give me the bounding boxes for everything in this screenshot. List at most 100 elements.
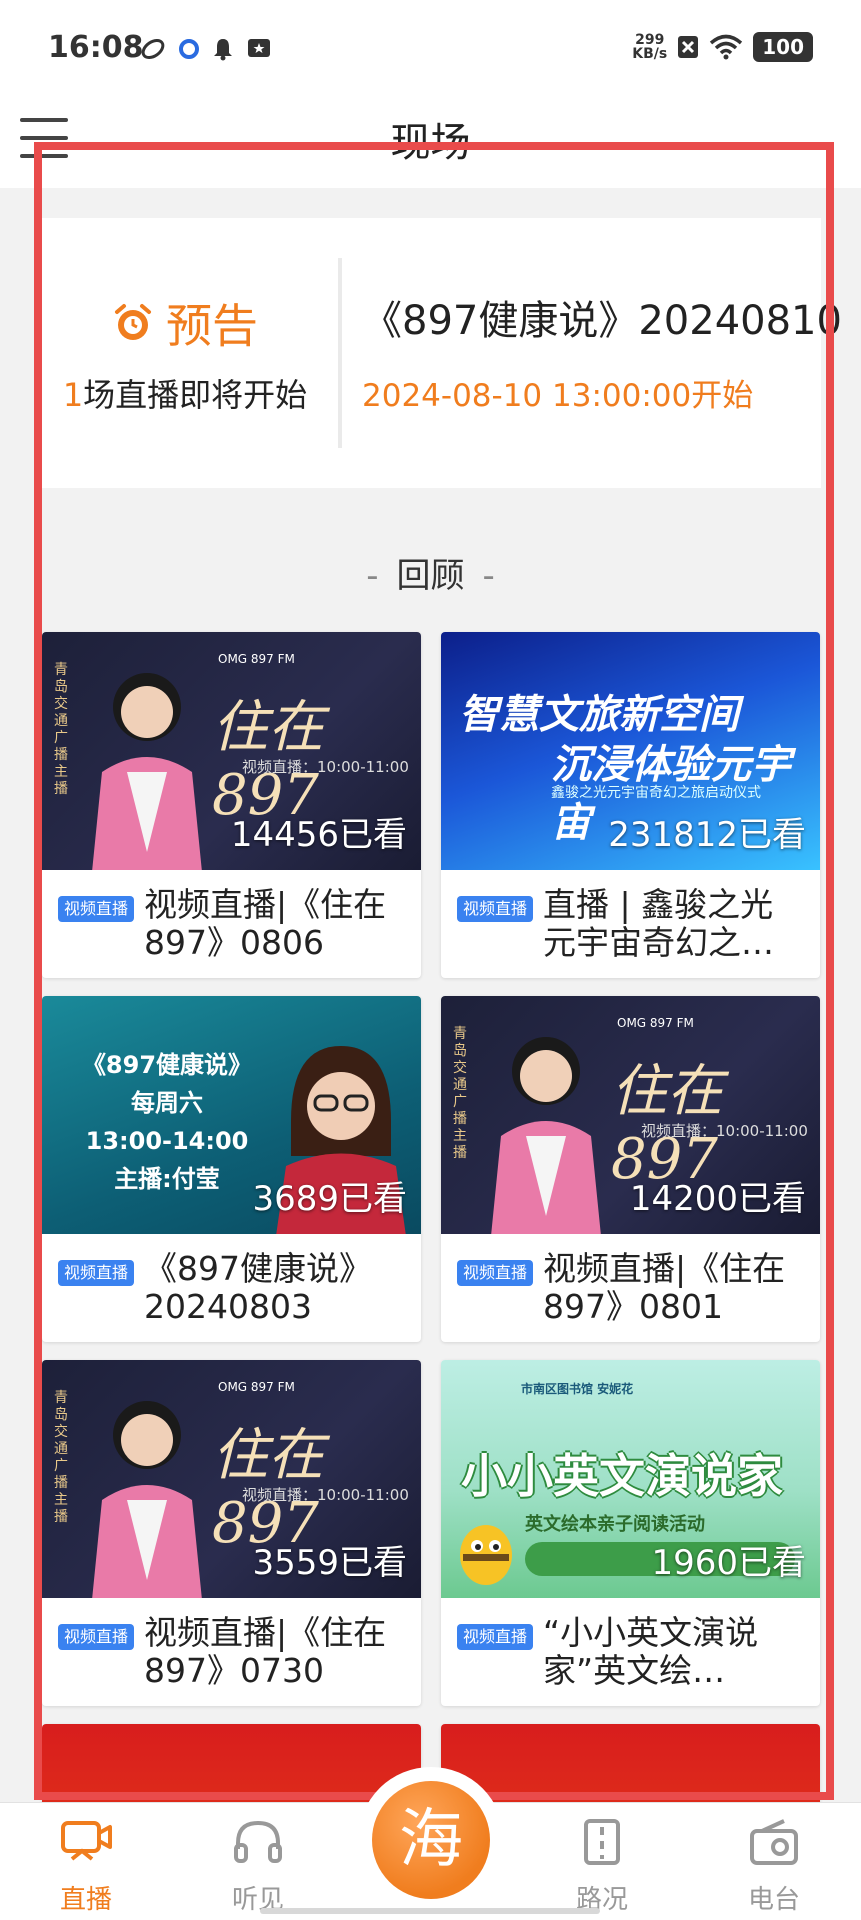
network-speed-unit: KB/s [632, 46, 668, 62]
card-title: 视频直播|《住在897》0801 [543, 1250, 786, 1326]
thumbnail-line-2: 每周六 [131, 1089, 203, 1117]
network-speed-value: 299 [635, 32, 665, 48]
thumbnail-vertical-text: 青岛交通广播主播 [54, 1390, 68, 1525]
thumbnail-logos: OMG 897 FM [617, 1016, 694, 1030]
video-card[interactable]: 市南区图书馆 安妮花 小小英文演说家 英文绘本亲子阅读活动 1960已看 视频直… [441, 1360, 820, 1706]
home-indicator[interactable] [260, 1908, 600, 1914]
card-body: 视频直播 视频直播|《住在897》0806 [42, 870, 421, 978]
video-live-tag: 视频直播 [58, 1260, 135, 1286]
view-count: 3559已看 [252, 1543, 407, 1583]
thumbnail-line-1: 《897健康说》 [81, 1051, 253, 1079]
video-thumbnail [441, 1724, 820, 1802]
section-title-text: 回顾 [396, 556, 465, 596]
video-thumbnail: 智慧文旅新空间 沉浸体验元宇宙 鑫骏之光元宇宙奇幻之旅启动仪式 231812已看 [441, 632, 820, 870]
network-speed: 299 KB/s [632, 33, 667, 61]
host-photo [92, 1401, 202, 1598]
view-count: 231812已看 [608, 815, 806, 855]
preview-count: 1场直播即将开始 [63, 370, 307, 416]
bee-mascot-icon [460, 1525, 512, 1585]
video-card[interactable]: 青岛交通广播主播 OMG 897 FM 住在897 视频直播：10:00-11:… [42, 632, 421, 978]
page-title: 现场 [390, 120, 471, 166]
view-count: 1960已看 [651, 1543, 806, 1583]
card-title: 视频直播|《住在897》0730 [144, 1614, 387, 1690]
video-live-tag: 视频直播 [58, 1624, 135, 1650]
view-count: 14200已看 [629, 1179, 806, 1219]
thumbnail-vertical-text: 青岛交通广播主播 [54, 662, 68, 797]
preview-title: 《897健康说》20240810 [362, 298, 842, 344]
app-notification-icon [141, 38, 165, 60]
video-card[interactable]: 青岛交通广播主播 OMG 897 FM 住在897 视频直播：10:00-11:… [441, 996, 820, 1342]
thumbnail-subtitle: 视频直播：10:00-11:00 [641, 1122, 808, 1140]
card-title: 《897健康说》20240803 [144, 1250, 373, 1326]
preview-label: 预告 [166, 299, 258, 353]
video-live-tag: 视频直播 [457, 1260, 534, 1286]
host-photo [491, 1037, 601, 1234]
star-message-icon [248, 39, 270, 57]
view-count: 14456已看 [230, 815, 407, 855]
video-card[interactable]: 青岛交通广播主播 OMG 897 FM 住在897 视频直播：10:00-11:… [42, 1360, 421, 1706]
video-live-tag: 视频直播 [457, 1624, 534, 1650]
section-dash-right: - [482, 556, 495, 596]
status-bar: 16:08 299 KB/s 100 [0, 0, 861, 100]
video-thumbnail: 青岛交通广播主播 OMG 897 FM 住在897 视频直播：10:00-11:… [42, 1360, 421, 1598]
card-body: 视频直播 直播 | 鑫骏之光元宇宙奇幻之… [441, 870, 820, 978]
notification-icons [140, 36, 272, 62]
thumbnail-subtitle: 英文绘本亲子阅读活动 [525, 1514, 705, 1535]
card-body: 视频直播 “小小英文演说家”英文绘… [441, 1598, 820, 1706]
video-card[interactable] [42, 1724, 421, 1802]
thumbnail-line-4: 主播:付莹 [114, 1165, 220, 1193]
card-body: 视频直播 视频直播|《住在897》0801 [441, 1234, 820, 1342]
video-thumbnail: 《897健康说》 每周六 13:00-14:00 主播:付莹 3689已看 [42, 996, 421, 1234]
thumbnail-subtitle: 视频直播：10:00-11:00 [242, 758, 409, 776]
host-photo [92, 673, 202, 870]
preview-item[interactable]: 《897健康说》20240810 2024-08-10 13:00:00开始 [362, 288, 842, 415]
thumbnail-logos: OMG 897 FM [218, 652, 295, 666]
video-card[interactable]: 智慧文旅新空间 沉浸体验元宇宙 鑫骏之光元宇宙奇幻之旅启动仪式 231812已看… [441, 632, 820, 978]
card-title: 视频直播|《住在897》0806 [144, 886, 387, 962]
video-card[interactable]: 《897健康说》 每周六 13:00-14:00 主播:付莹 3689已看 视频… [42, 996, 421, 1342]
circle-notification-icon [179, 39, 199, 59]
battery-indicator: 100 [753, 32, 813, 62]
thumbnail-vertical-text: 青岛交通广播主播 [453, 1026, 467, 1161]
traffic-icon [584, 1819, 620, 1865]
video-thumbnail: 市南区图书馆 安妮花 小小英文演说家 英文绘本亲子阅读活动 1960已看 [441, 1360, 820, 1598]
video-thumbnail: 青岛交通广播主播 OMG 897 FM 住在897 视频直播：10:00-11:… [42, 632, 421, 870]
headphones-icon [234, 1820, 282, 1863]
card-body: 视频直播 《897健康说》20240803 [42, 1234, 421, 1342]
alarm-clock-icon [115, 304, 151, 340]
video-thumbnail [42, 1724, 421, 1802]
video-card[interactable] [441, 1724, 820, 1802]
radio-icon [750, 1819, 798, 1865]
thumbnail-line-3: 13:00-14:00 [85, 1127, 249, 1155]
review-section-title: - 回顾 - [0, 548, 861, 597]
preview-card[interactable]: 预告 1场直播即将开始 《897健康说》20240810 2024-08-10 … [40, 218, 842, 488]
tab-listen[interactable]: 听见 [198, 1815, 318, 1916]
status-time: 16:08 [48, 30, 144, 65]
preview-count-text: 场直播即将开始 [83, 376, 308, 414]
app-header: 现场 [0, 100, 861, 188]
card-title: 直播 | 鑫骏之光元宇宙奇幻之… [543, 886, 775, 962]
thumbnail-logos: OMG 897 FM [218, 1380, 295, 1394]
tab-radio[interactable]: 电台 [714, 1815, 834, 1916]
live-tv-icon [61, 1821, 112, 1861]
bottom-tab-bar: 直播 听见 海 路况 电台 [0, 1767, 861, 1920]
video-live-tag: 视频直播 [457, 896, 534, 922]
tab-traffic[interactable]: 路况 [542, 1815, 662, 1916]
preview-divider [338, 258, 342, 448]
sim-x-icon [678, 36, 699, 58]
thumbnail-text: 《897健康说》 每周六 13:00-14:00 主播:付莹 [72, 1046, 262, 1198]
video-live-tag: 视频直播 [58, 896, 135, 922]
tab-live[interactable]: 直播 [26, 1815, 146, 1916]
center-home-button[interactable]: 海 [358, 1767, 504, 1913]
card-title: “小小英文演说家”英文绘… [543, 1614, 759, 1690]
wifi-icon [710, 34, 743, 60]
view-count: 3689已看 [252, 1179, 407, 1219]
main-content[interactable]: 预告 1场直播即将开始 《897健康说》20240810 2024-08-10 … [0, 188, 861, 1802]
tab-label: 直播 [59, 1885, 112, 1915]
thumbnail-subtitle: 视频直播：10:00-11:00 [242, 1486, 409, 1504]
thumbnail-headline: 小小英文演说家 [461, 1449, 783, 1503]
tab-label: 电台 [747, 1885, 800, 1915]
section-dash-left: - [366, 556, 379, 596]
video-thumbnail: 青岛交通广播主播 OMG 897 FM 住在897 视频直播：10:00-11:… [441, 996, 820, 1234]
sea-logo-icon: 海 [372, 1781, 490, 1899]
